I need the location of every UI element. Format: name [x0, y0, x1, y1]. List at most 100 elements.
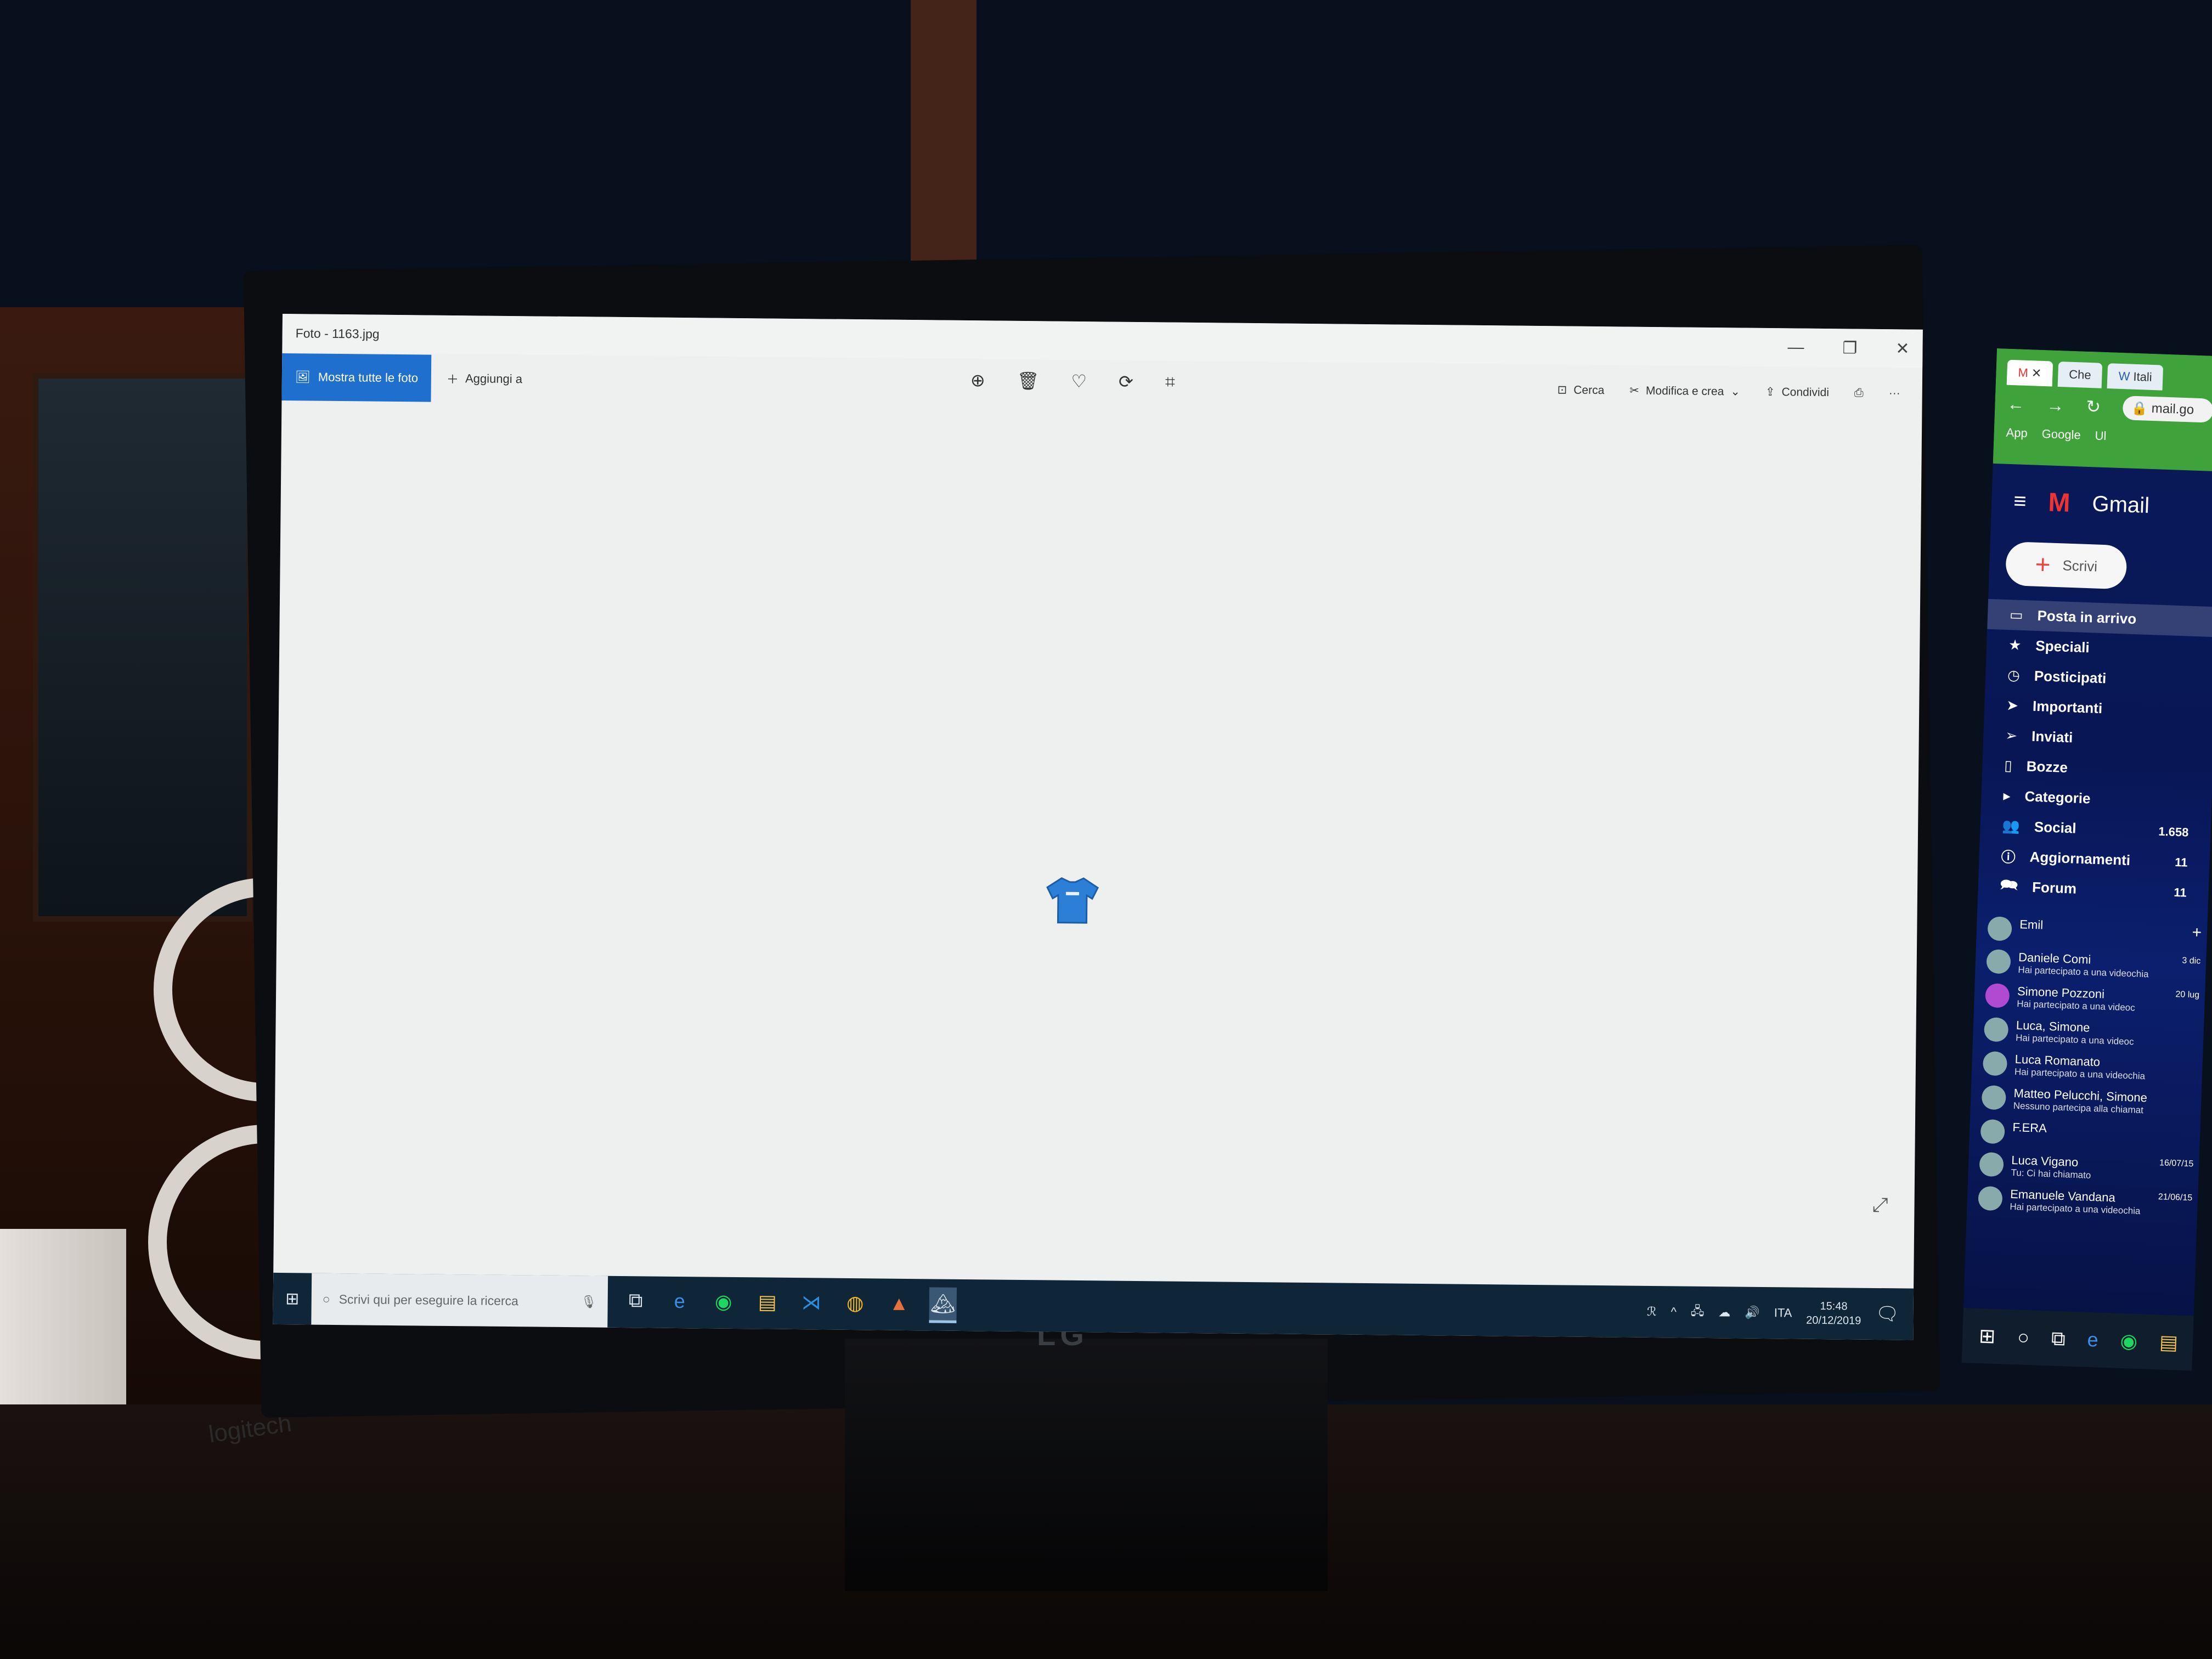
nav-count: 11 [2174, 855, 2188, 870]
plus-icon: + [2034, 550, 2051, 580]
nav-label: Inviati [2031, 727, 2073, 746]
start-button[interactable]: ⊞ [273, 1289, 312, 1308]
minimize-button[interactable]: — [1787, 338, 1804, 357]
microphone-icon[interactable]: 🎙 [580, 1294, 596, 1309]
add-to-button[interactable]: ＋ Aggiungi a [431, 370, 538, 388]
crop-icon[interactable]: ⌗ [1165, 371, 1175, 392]
avatar [1982, 1051, 2008, 1076]
window-frame-photo [33, 373, 252, 922]
nav-count: 1.658 [2158, 824, 2189, 839]
cloud-icon[interactable]: ☁ [1718, 1305, 1730, 1319]
taskbar-search[interactable]: ○ Scrivi qui per eseguire la ricerca 🎙 [311, 1273, 608, 1328]
forward-icon[interactable]: → [2046, 395, 2064, 416]
chat-date [2194, 1126, 2200, 1150]
notifications-icon[interactable]: 🗨 [1875, 1303, 1899, 1325]
vscode-icon[interactable]: ⋊ [797, 1286, 825, 1322]
clock[interactable]: 15:48 20/12/2019 [1806, 1299, 1861, 1328]
window-title: Foto - 1163.jpg [295, 325, 380, 341]
nav-count: 11 [2173, 885, 2187, 900]
search-button[interactable]: ⊡ Cerca [1558, 383, 1605, 397]
edit-create-button[interactable]: ✂ Modifica e crea ⌄ [1629, 384, 1740, 399]
zoom-icon[interactable]: ⊕ [970, 370, 985, 391]
draft-icon: ▯ [2004, 757, 2013, 774]
cable [911, 0, 977, 263]
gmail-tab-icon: M [2018, 365, 2029, 380]
people-icon[interactable]: ℛ [1647, 1305, 1657, 1319]
chevron-up-icon[interactable]: ^ [1671, 1305, 1677, 1319]
chat-item[interactable]: Emanuele Vandana Hai partecipato a una vi… [1978, 1182, 2198, 1223]
send-icon: ➢ [2005, 726, 2018, 744]
photos-app-icon[interactable]: 🏔 [929, 1286, 957, 1323]
add-to-label: Aggiungi a [465, 371, 523, 386]
main-screen: Foto - 1163.jpg — ❐ ✕ 🖼 Mostra tutte le … [273, 314, 1923, 1340]
edit-icon: ✂ [1629, 384, 1640, 397]
taskbar-search-placeholder: Scrivi qui per eseguire la ricerca [338, 1291, 519, 1308]
rotate-icon[interactable]: ⟳ [1119, 371, 1133, 392]
word-icon: W [2118, 369, 2130, 383]
task-view-icon[interactable]: ⧉ [622, 1284, 650, 1320]
reload-icon[interactable]: ↻ [2086, 396, 2101, 417]
chat-sub: Tu: Ci hai chiamato [2011, 1167, 2091, 1181]
volume-icon[interactable]: 🔊 [1745, 1306, 1760, 1320]
gallery-icon: 🖼 [295, 370, 311, 384]
chat-date: 21/06/15 [2158, 1192, 2193, 1203]
visual-search-icon: ⊡ [1557, 383, 1567, 397]
cortana-icon[interactable]: ○ [2017, 1325, 2030, 1349]
back-icon[interactable]: ← [2007, 393, 2025, 414]
network-icon[interactable]: 🖧 [1691, 1302, 1705, 1323]
photo-viewer: ⤢ [273, 402, 1922, 1289]
nav-label: Aggiornamenti [2029, 848, 2131, 869]
new-chat-plus-icon[interactable]: + [2192, 923, 2208, 948]
chrome-icon[interactable]: ◍ [841, 1286, 869, 1322]
gmail-logo-icon: M [2047, 488, 2071, 518]
avatar [1978, 1186, 2003, 1211]
bookmark-google[interactable]: Google [2041, 427, 2081, 442]
task-view-icon[interactable]: ⧉ [2051, 1327, 2066, 1351]
chat-user-name: Emil [2019, 917, 2044, 932]
nav-label: Forum [2032, 878, 2077, 897]
more-button[interactable]: ··· [1889, 387, 1900, 400]
clock-icon: ◷ [2007, 667, 2021, 684]
spotify-icon[interactable]: ◉ [2120, 1329, 2138, 1353]
edit-label: Modifica e crea [1645, 384, 1724, 398]
share-button[interactable]: ⇪ Condividi [1765, 385, 1829, 399]
show-all-photos-button[interactable]: 🖼 Mostra tutte le foto [281, 353, 432, 402]
bookmark-ul[interactable]: Ul [2095, 428, 2107, 443]
center-tools: ⊕ 🗑 ♡ ⟳ ⌗ [970, 370, 1175, 393]
file-explorer-icon[interactable]: ▤ [753, 1285, 781, 1321]
hamburger-menu-icon[interactable]: ≡ [2013, 489, 2027, 514]
tab-che[interactable]: Che [2057, 361, 2103, 388]
tab-itali[interactable]: W Itali [2107, 363, 2164, 391]
right-tools: ⊡ Cerca ✂ Modifica e crea ⌄ ⇪ Condividi … [1558, 383, 1900, 400]
edge-icon[interactable]: e [665, 1284, 693, 1320]
delete-icon[interactable]: 🗑 [1017, 370, 1040, 391]
matlab-icon[interactable]: ▲ [885, 1286, 913, 1322]
restore-button[interactable]: ❐ [1842, 338, 1857, 358]
windows-icon[interactable]: ⊞ [1978, 1324, 1996, 1348]
chat-date [2195, 1092, 2202, 1118]
file-explorer-icon[interactable]: ▤ [2159, 1330, 2178, 1354]
monitor-stand [845, 1339, 1328, 1591]
star-icon: ★ [2008, 636, 2022, 653]
clock-date: 20/12/2019 [1806, 1314, 1861, 1327]
bookmark-apps[interactable]: App [2006, 426, 2028, 441]
nav-label: Speciali [2035, 637, 2090, 656]
close-button[interactable]: ✕ [1895, 339, 1909, 358]
print-icon[interactable]: ⎙ [1854, 386, 1864, 399]
language-indicator[interactable]: ITA [1774, 1306, 1792, 1320]
spotify-icon[interactable]: ◉ [709, 1285, 737, 1321]
heart-icon[interactable]: ♡ [1071, 371, 1087, 392]
search-label: Cerca [1573, 383, 1605, 397]
jersey-image [1046, 877, 1099, 924]
compose-button[interactable]: + Scrivi [2005, 541, 2128, 590]
edge-icon[interactable]: e [2087, 1328, 2098, 1352]
tab-gmail[interactable]: M ✕ [2006, 359, 2053, 387]
url-text: mail.go [2151, 400, 2194, 417]
clock-time: 15:48 [1820, 1300, 1848, 1313]
chat-date [2198, 1025, 2204, 1050]
fullscreen-icon[interactable]: ⤢ [1872, 1193, 1888, 1217]
forum-icon: 🗪 [2000, 876, 2018, 893]
address-bar[interactable]: 🔒 mail.go [2122, 396, 2212, 423]
lock-icon: 🔒 [2131, 400, 2148, 416]
show-all-label: Mostra tutte le foto [318, 370, 419, 385]
